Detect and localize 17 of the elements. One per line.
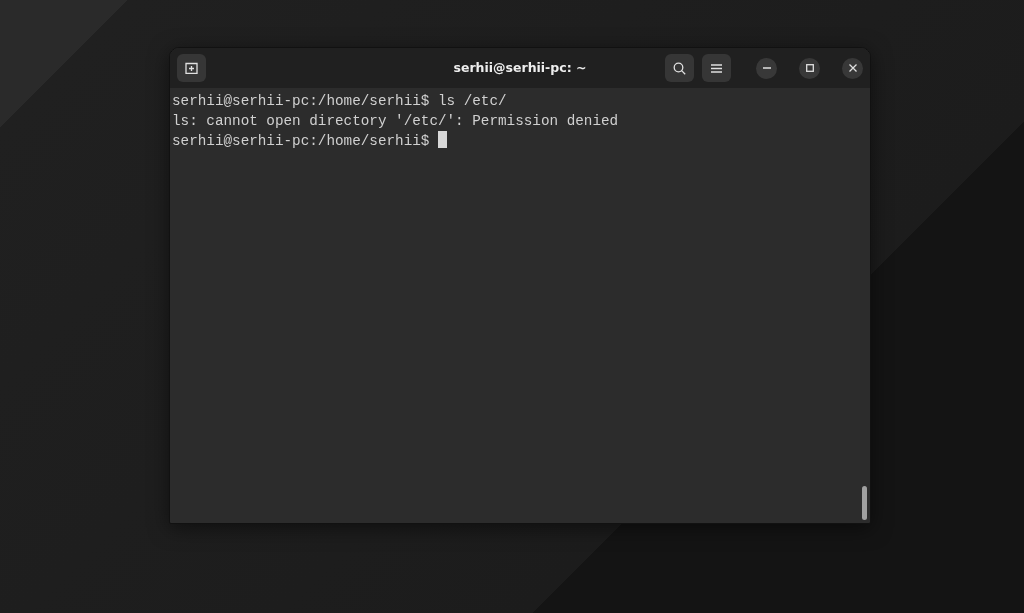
menu-icon xyxy=(711,63,722,73)
terminal-line: serhii@serhii-pc:/home/serhii$ ls /etc/ xyxy=(172,93,507,109)
menu-button[interactable] xyxy=(702,54,731,82)
close-icon xyxy=(848,64,857,72)
search-icon xyxy=(673,61,686,75)
scrollbar-thumb[interactable] xyxy=(862,486,867,520)
new-tab-icon xyxy=(185,62,198,74)
search-button[interactable] xyxy=(665,54,694,82)
maximize-button[interactable] xyxy=(799,57,820,79)
window-title: serhii@serhii-pc: ~ xyxy=(453,59,587,75)
new-tab-button[interactable] xyxy=(177,54,206,82)
close-button[interactable] xyxy=(842,57,863,79)
maximize-icon xyxy=(805,64,814,72)
terminal-line: ls: cannot open directory '/etc/': Permission denied xyxy=(172,112,619,129)
minimize-button[interactable] xyxy=(756,57,777,79)
terminal-line: serhii@serhii-pc:/home/serhii$ xyxy=(172,133,431,149)
minimize-icon xyxy=(762,67,771,69)
